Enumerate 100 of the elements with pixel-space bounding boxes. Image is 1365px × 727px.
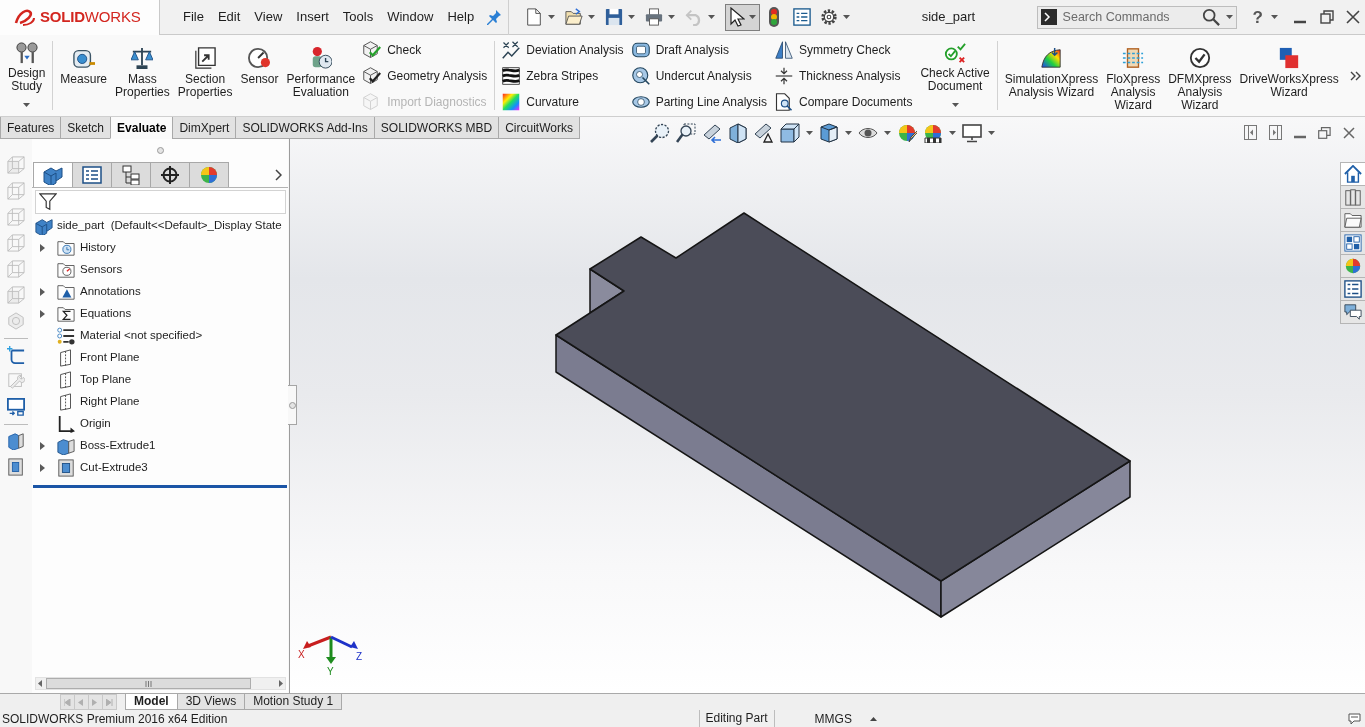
expand-arrow-icon[interactable] <box>39 464 45 472</box>
task-pane-tab[interactable] <box>1340 162 1365 186</box>
geometry-analysis-button[interactable]: Geometry Analysis <box>359 65 492 87</box>
tree-item[interactable]: History <box>32 237 118 259</box>
caret-icon[interactable] <box>588 15 596 19</box>
shaded-cube-icon[interactable] <box>819 123 839 143</box>
caret-icon[interactable] <box>806 131 813 135</box>
task-pane-tab[interactable] <box>1340 254 1365 278</box>
parting-line-analysis-button[interactable]: Parting Line Analysis <box>627 91 772 113</box>
undercut-analysis-button[interactable]: Undercut Analysis <box>627 65 772 87</box>
block-icon[interactable] <box>7 432 25 450</box>
tree-item[interactable]: side_part (Default<<Default>_Display State <box>32 215 284 237</box>
section-properties-button[interactable]: Section Properties <box>173 35 237 116</box>
search-icon[interactable] <box>1201 8 1220 26</box>
caret-icon[interactable] <box>988 131 995 135</box>
scroll-left-icon[interactable] <box>38 680 42 687</box>
zoom-to-fit-icon[interactable] <box>650 123 670 143</box>
symmetry-check-button[interactable]: Symmetry Check <box>771 39 917 61</box>
panel-tab[interactable] <box>33 162 73 187</box>
menu-item[interactable]: Window <box>387 7 434 27</box>
bar-triangle-icon[interactable] <box>754 123 774 143</box>
scrollbar-thumb[interactable] <box>46 678 251 689</box>
traffic-light-icon[interactable] <box>768 7 781 27</box>
command-tab[interactable]: Features <box>0 117 62 139</box>
tree-item[interactable]: Top Plane <box>32 369 134 391</box>
tree-item[interactable]: Cut-Extrude3 <box>32 457 150 479</box>
deviation-analysis-button[interactable]: Deviation Analysis <box>498 39 628 61</box>
panel-tab[interactable] <box>111 162 151 187</box>
task-pane-tab[interactable] <box>1340 185 1365 209</box>
tree-item[interactable]: Origin <box>32 413 113 435</box>
menu-item[interactable]: View <box>254 7 283 27</box>
command-tab[interactable]: SOLIDWORKS Add-Ins <box>235 117 375 139</box>
horizontal-scrollbar[interactable] <box>35 677 286 690</box>
task-pane-tab[interactable] <box>1340 208 1365 232</box>
monitor-icon[interactable] <box>7 398 25 416</box>
tree-item[interactable]: Front Plane <box>32 347 142 369</box>
caret-icon[interactable] <box>845 131 852 135</box>
floxpress-button[interactable]: FloXpress Analysis Wizard <box>1102 35 1165 116</box>
tree-item[interactable]: Annotations <box>32 281 143 303</box>
command-tab[interactable]: Sketch <box>60 117 112 139</box>
tree-item[interactable]: Right Plane <box>32 391 142 413</box>
scroll-right-icon[interactable] <box>279 680 283 687</box>
tree-item[interactable]: Material <not specified> <box>32 325 205 347</box>
restore-icon[interactable] <box>1320 10 1334 24</box>
panel-tab[interactable] <box>150 162 190 187</box>
menu-item[interactable]: Tools <box>342 7 374 27</box>
open-folder-icon[interactable] <box>565 8 584 26</box>
tile-right-icon[interactable] <box>1269 125 1282 140</box>
search-field[interactable]: Search Commands <box>1062 7 1196 27</box>
menu-item[interactable]: Insert <box>296 7 329 27</box>
design-study-button[interactable]: Design Study <box>4 35 50 116</box>
select-button[interactable] <box>725 3 761 31</box>
pin-icon[interactable] <box>486 9 503 25</box>
curvature-button[interactable]: Curvature <box>498 91 628 113</box>
sensor-button[interactable]: Sensor <box>236 35 283 116</box>
model-tab[interactable]: Motion Study 1 <box>244 694 343 710</box>
print-icon[interactable] <box>645 8 664 26</box>
color-ball-floor-icon[interactable] <box>923 123 943 143</box>
driveworksxpress-button[interactable]: DriveWorksXpress Wizard <box>1235 35 1343 116</box>
tree-item[interactable]: Sensors <box>32 259 125 281</box>
close-icon[interactable] <box>1346 10 1360 24</box>
caret-icon[interactable] <box>1271 15 1278 19</box>
command-tab[interactable]: CircuitWorks <box>498 117 580 139</box>
command-tab[interactable]: DimXpert <box>172 117 237 139</box>
task-pane-tab[interactable] <box>1340 277 1365 301</box>
task-pane-tab[interactable] <box>1340 300 1365 324</box>
caret-icon[interactable] <box>708 15 716 19</box>
performance-evaluation-button[interactable]: Performance Evaluation <box>282 35 360 116</box>
thickness-analysis-button[interactable]: Thickness Analysis <box>771 65 917 87</box>
split-prism-icon[interactable] <box>728 123 748 143</box>
measure-button[interactable]: Measure <box>56 35 112 116</box>
speech-bubble-icon[interactable] <box>1348 712 1361 725</box>
model-tab[interactable]: Model <box>125 694 178 710</box>
caret-icon[interactable] <box>668 15 676 19</box>
grip-dot-icon[interactable] <box>156 147 164 154</box>
cube-icon[interactable] <box>780 123 800 143</box>
caret-icon[interactable] <box>843 15 851 19</box>
new-document-icon[interactable] <box>525 8 544 26</box>
chevron-right-icon[interactable] <box>275 168 282 181</box>
expand-arrow-icon[interactable] <box>39 310 45 318</box>
filter-field[interactable] <box>35 190 286 214</box>
save-icon[interactable] <box>605 8 624 26</box>
framed-block-icon[interactable] <box>7 458 25 476</box>
check-active-document-button[interactable]: Check Active Document <box>916 35 994 116</box>
restore-icon[interactable] <box>1318 126 1331 139</box>
menu-item[interactable]: Edit <box>217 7 241 27</box>
dfmxpress-button[interactable]: DFMXpress Analysis Wizard <box>1164 35 1236 116</box>
monitor-icon[interactable] <box>962 123 982 143</box>
help-button[interactable]: ? <box>1252 8 1263 26</box>
model-tab[interactable]: 3D Views <box>176 694 246 710</box>
tree-item[interactable]: Boss-Extrude1 <box>32 435 158 457</box>
units-selector[interactable]: MMGS <box>814 709 852 727</box>
caret-icon[interactable] <box>884 131 891 135</box>
caret-up-icon[interactable] <box>869 716 877 721</box>
zebra-stripes-button[interactable]: Zebra Stripes <box>498 65 628 87</box>
more-chevron-icon[interactable] <box>1350 70 1361 81</box>
simulationxpress-button[interactable]: SimulationXpress Analysis Wizard <box>1000 35 1103 116</box>
menu-item[interactable]: Help <box>447 7 475 27</box>
task-pane-tab[interactable] <box>1340 231 1365 255</box>
bar-arrow-icon[interactable] <box>702 123 722 143</box>
